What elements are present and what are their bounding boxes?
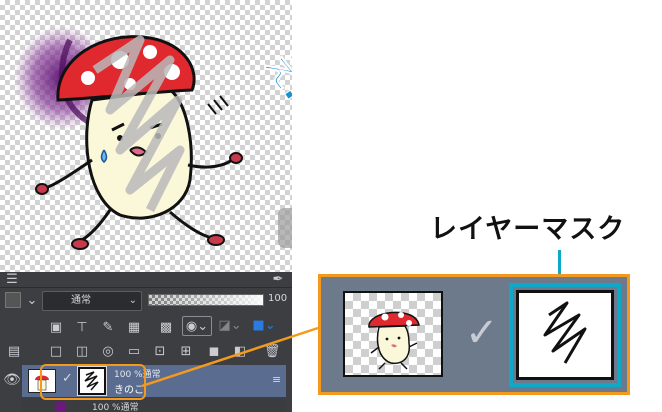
layer-highlight-frame [40,364,146,400]
chevron-down-icon[interactable]: ⌄ [22,291,42,311]
layer-row[interactable]: 100 %通常 [22,399,286,412]
clip-layer-icon[interactable]: ▣ [46,318,66,338]
opacity-value: 100 [268,293,288,304]
new-vector-layer-icon[interactable]: ◫ [72,342,92,362]
mushroom-thumbnail-icon [368,311,420,370]
canvas-side-grip[interactable] [278,208,292,248]
drawing-canvas[interactable]: え…？ [0,0,351,272]
color-swatch-icon[interactable] [5,292,21,308]
screenshot-root: え…？ ☰ ✒ ⌄ 通常 ⌄ 100 ▣ ⊤ ✎ ▦ ▩ ◉⌄ ◪⌄ ■⌄ ▤ [0,0,662,412]
layer-thumbnail[interactable] [56,402,66,412]
eye-icon[interactable]: 👁 [2,370,22,390]
layer-property-icon[interactable]: ▤ [4,342,24,362]
draft-layer-icon[interactable]: ✎ [98,318,118,338]
callout-connector [141,326,319,388]
new-raster-layer-icon[interactable]: □ [46,342,66,362]
mask-scribble-icon [543,301,587,364]
callout-label: レイヤーマスク [430,214,626,245]
check-icon: ✓ [465,310,499,356]
mushroom-illustration: え…？ [14,26,351,250]
chevron-down-icon: ⌄ [128,295,137,306]
opacity-slider[interactable] [148,294,264,306]
zoomed-mask-thumbnail [509,283,621,387]
layer-meta: 100 %通常 [92,403,139,412]
sweat-drop [100,149,108,163]
zoomed-layer-thumbnail [343,291,443,377]
exclamation-text: え…？ [255,44,292,156]
reference-layer-icon[interactable]: ⊤ [72,318,92,338]
hamburger-icon[interactable]: ☰ [2,270,22,290]
pen-icon[interactable]: ✒ [268,270,288,290]
opacity-fill [149,295,263,305]
blend-mode-select[interactable]: 通常 ⌄ [42,291,142,311]
blend-mode-value: 通常 [71,295,91,306]
new-correction-layer-icon[interactable]: ◎ [98,342,118,362]
zoomed-layer-callout: ✓ [318,274,630,395]
